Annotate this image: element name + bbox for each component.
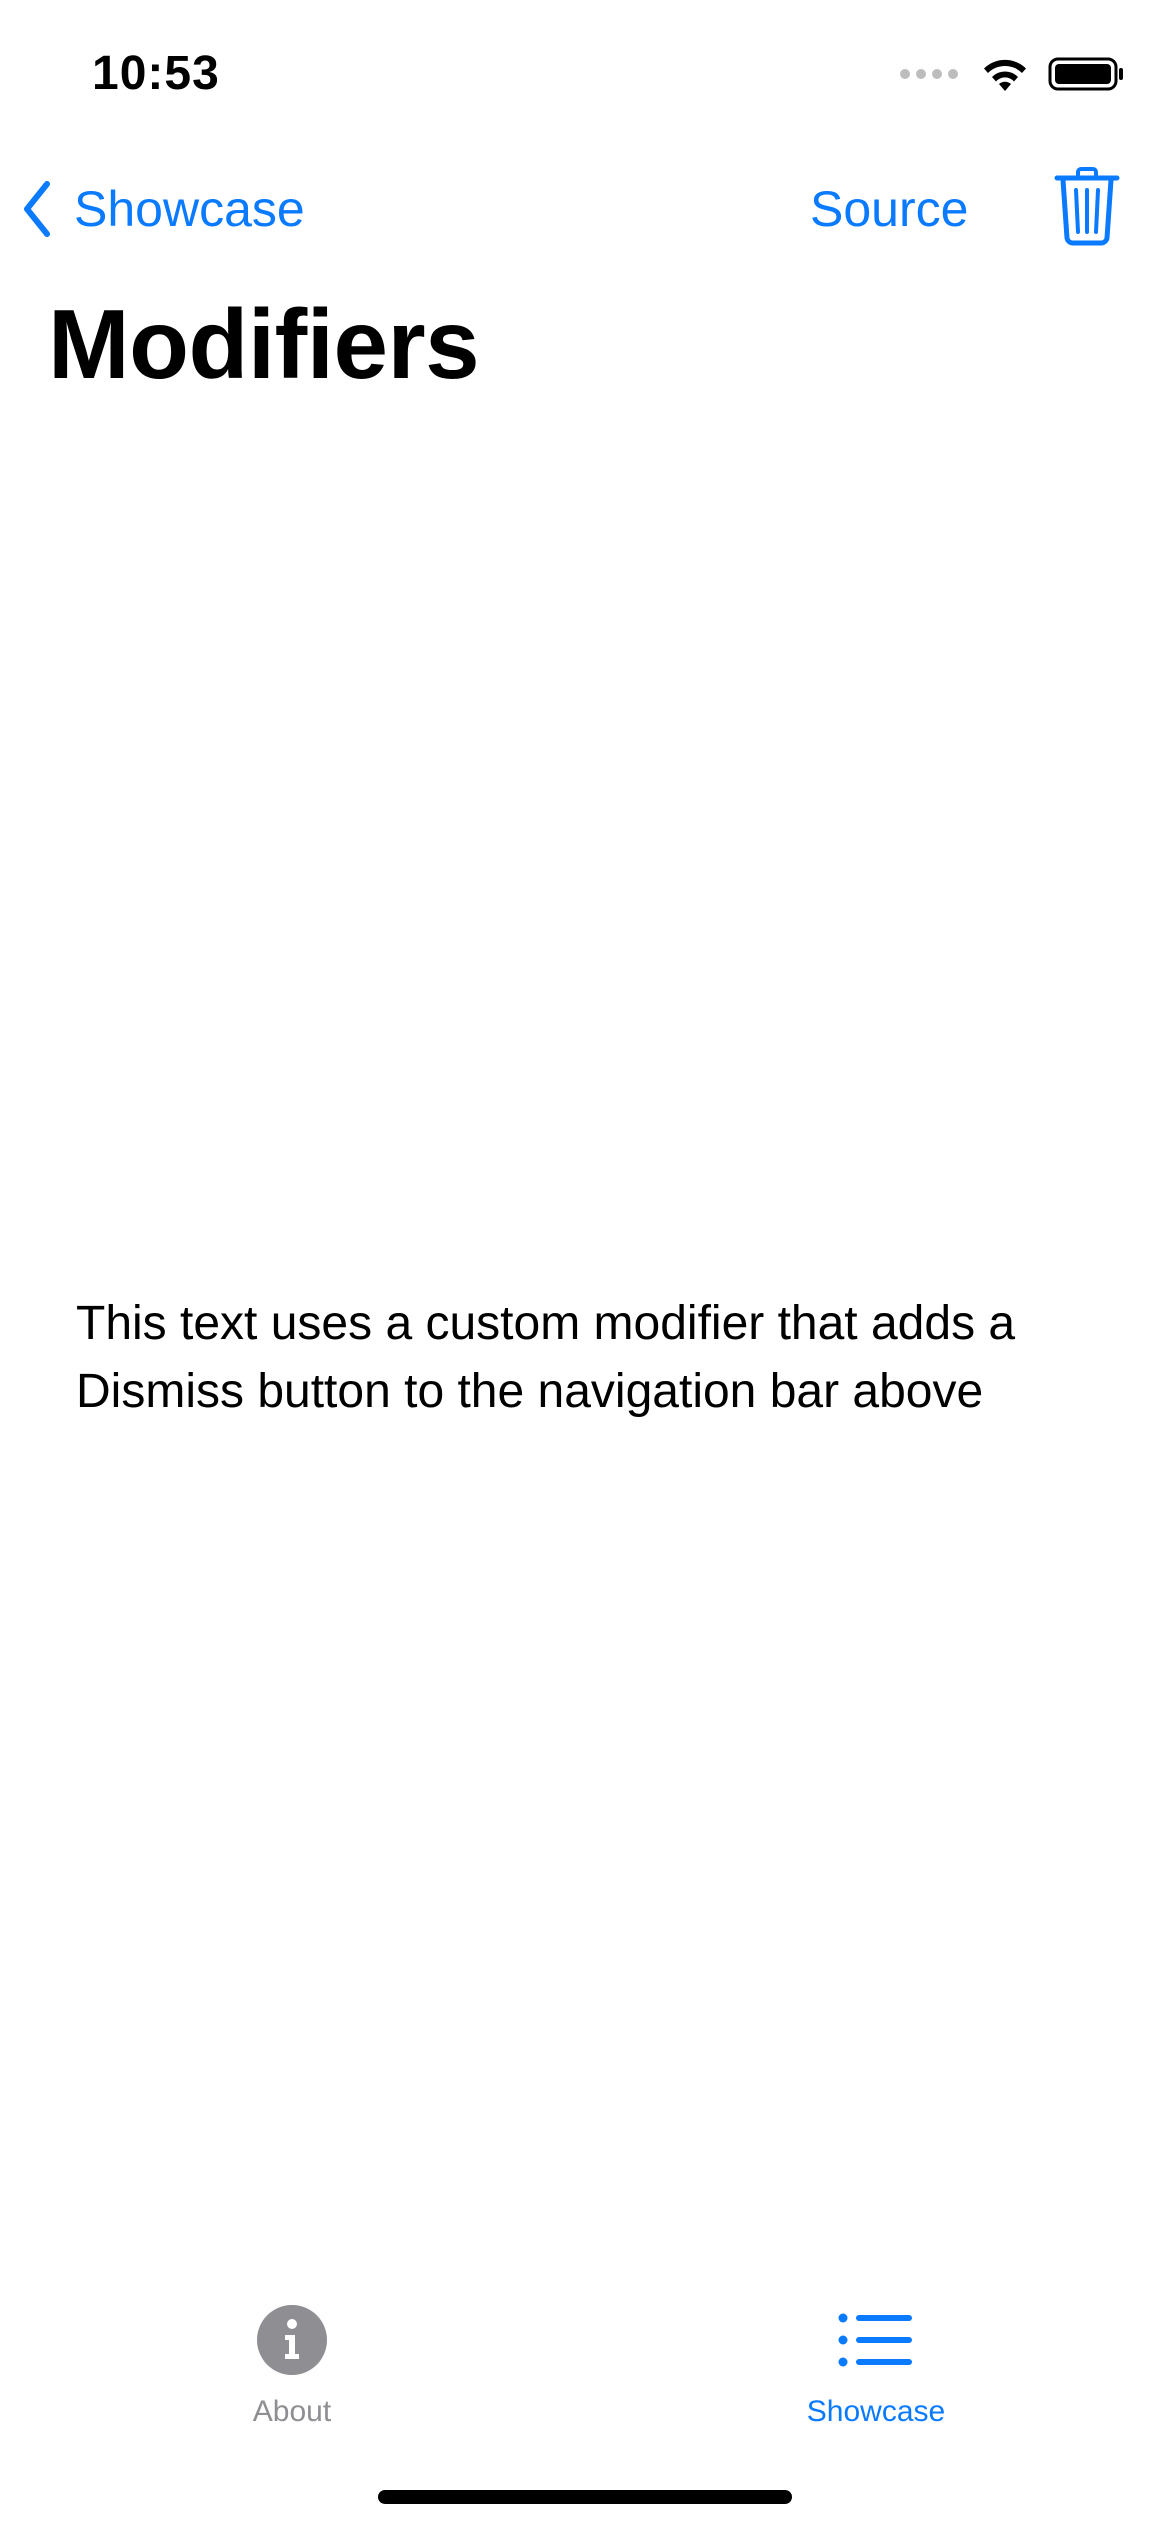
- delete-button[interactable]: [1054, 166, 1120, 246]
- description-text: This text uses a custom modifier that ad…: [76, 1297, 1016, 1418]
- tab-bar: About Showcase: [0, 2280, 1170, 2430]
- info-circle-icon: [252, 2300, 332, 2380]
- list-bullet-icon: [836, 2300, 916, 2380]
- back-button-label: Showcase: [74, 181, 305, 237]
- tab-about[interactable]: About: [182, 2300, 402, 2430]
- page-title: Modifiers: [48, 289, 480, 399]
- status-bar: 10:53: [0, 0, 1170, 140]
- battery-icon: [1048, 57, 1123, 91]
- home-indicator[interactable]: [378, 2490, 792, 2504]
- tab-showcase-label: Showcase: [806, 2395, 946, 2428]
- status-indicators: [900, 50, 1126, 98]
- navigation-bar: Showcase Source: [0, 150, 1170, 270]
- back-button[interactable]: Showcase: [22, 174, 305, 244]
- tab-about-label: About: [252, 2395, 332, 2428]
- tab-showcase[interactable]: Showcase: [766, 2300, 986, 2430]
- wifi-icon: [984, 59, 1026, 91]
- source-button[interactable]: Source: [810, 174, 968, 244]
- trash-icon: [1054, 167, 1120, 246]
- chevron-left-icon: [24, 181, 50, 237]
- status-time: 10:53: [92, 47, 220, 100]
- cellular-signal-icon: [900, 69, 958, 79]
